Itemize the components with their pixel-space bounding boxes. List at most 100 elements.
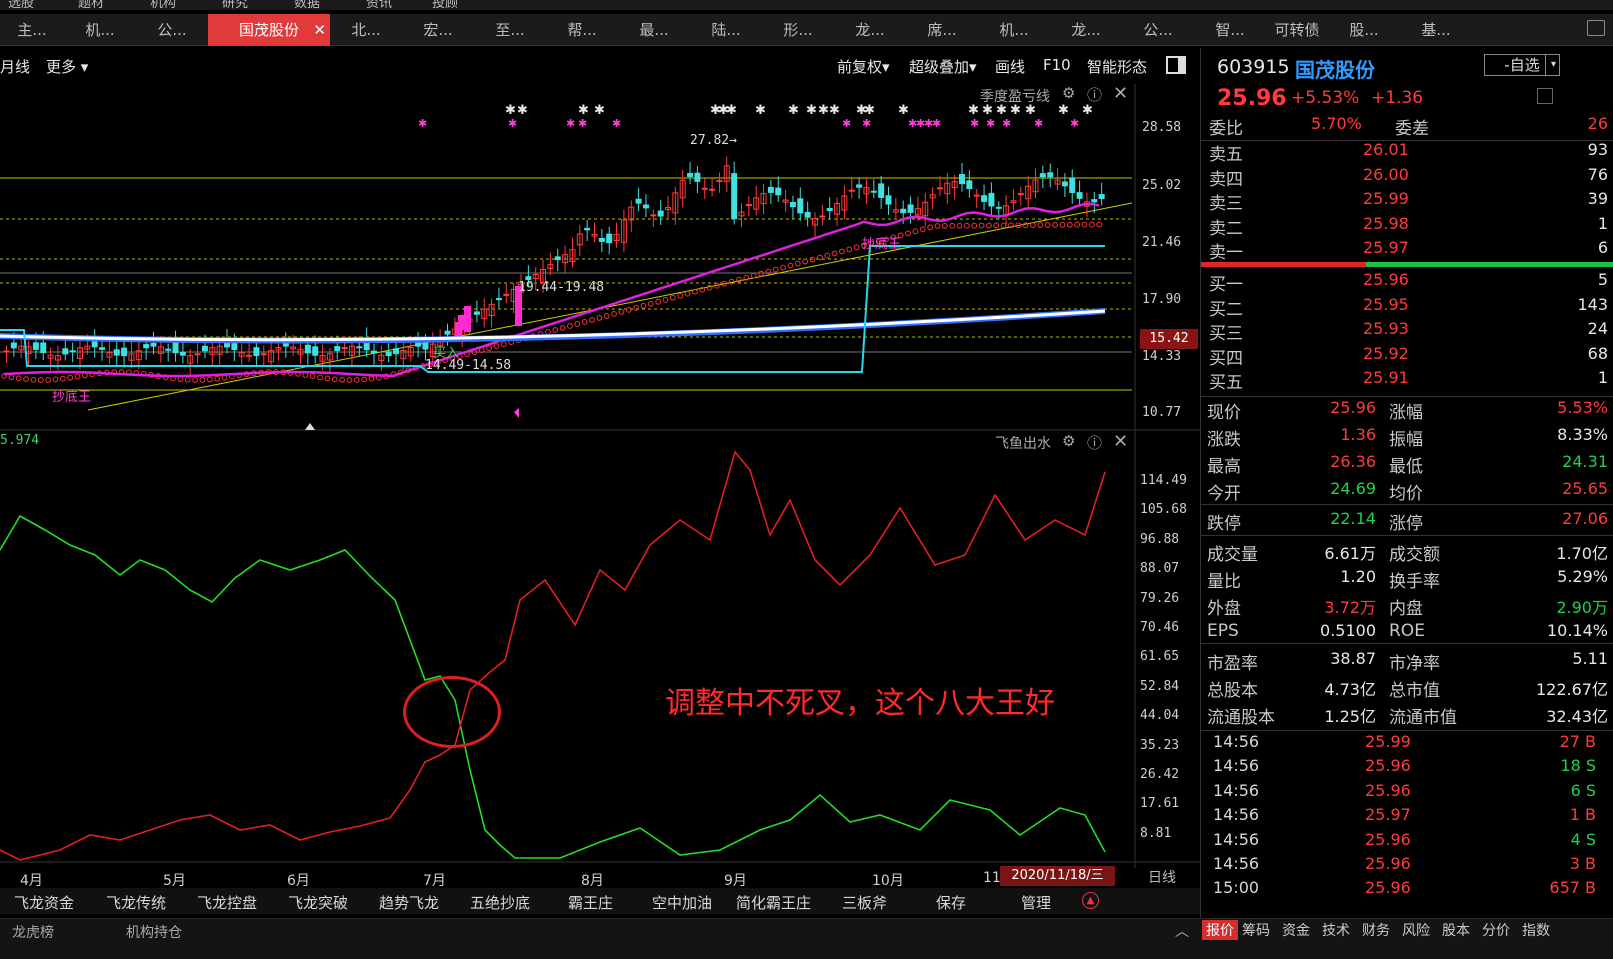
settings-gear-icon[interactable]: ⚙ xyxy=(1062,84,1075,102)
red-indicator-line xyxy=(0,450,1106,861)
quote-tab[interactable]: 财务 xyxy=(1362,920,1390,940)
indicator-tab[interactable]: 飞龙资金 xyxy=(14,892,74,913)
draw-line-button[interactable]: 画线 xyxy=(995,56,1025,77)
help-icon[interactable]: ⓘ xyxy=(1087,432,1102,453)
ask-row[interactable]: 卖二 25.98 1 xyxy=(1201,214,1613,239)
smart-pattern-button[interactable]: 智能形态 xyxy=(1087,56,1147,77)
menu-item[interactable]: 选股 xyxy=(8,0,34,10)
tick-time: 14:56 xyxy=(1213,780,1260,800)
indicator-tab[interactable]: 保存 xyxy=(936,892,966,913)
tab-item[interactable]: 最... xyxy=(618,14,690,46)
bid-row[interactable]: 买五 25.91 1 xyxy=(1201,368,1613,393)
tab-item[interactable]: 机... xyxy=(978,14,1050,46)
tab-item[interactable]: 龙... xyxy=(834,14,906,46)
tab-item[interactable]: 股... xyxy=(1328,14,1400,46)
bid-row[interactable]: 买二 25.95 143 xyxy=(1201,295,1613,320)
weicha-label: 委差 xyxy=(1395,119,1429,139)
stat-label: 成交量 xyxy=(1207,545,1258,565)
tab-item[interactable]: 席... xyxy=(906,14,978,46)
tab-item[interactable]: 形... xyxy=(762,14,834,46)
tab-item[interactable]: 可转债 xyxy=(1266,14,1328,46)
chevron-up-icon[interactable]: ▲ xyxy=(1082,892,1099,909)
indicator-tab[interactable]: 三板斧 xyxy=(842,892,887,913)
close-icon[interactable]: ✕ xyxy=(1113,83,1128,104)
candle-body xyxy=(709,188,716,191)
tab-item[interactable]: 帮... xyxy=(546,14,618,46)
tab-item[interactable]: 公... xyxy=(1122,14,1194,46)
quote-tab[interactable]: 资金 xyxy=(1282,920,1310,940)
more-button[interactable]: 更多 ▾ xyxy=(46,56,88,77)
indicator-tab[interactable]: 飞龙传统 xyxy=(106,892,166,913)
price-axis-label: 14.33 xyxy=(1142,349,1182,364)
close-icon[interactable]: ✕ xyxy=(1113,431,1128,452)
tab-item[interactable]: 公... xyxy=(136,14,208,46)
menu-item[interactable]: 机构 xyxy=(150,0,176,10)
chevron-up-icon[interactable]: ︿ xyxy=(1175,921,1189,941)
moving-average-dot xyxy=(346,377,353,383)
bid-row[interactable]: 买四 25.92 68 xyxy=(1201,344,1613,369)
overlay-dropdown[interactable]: 超级叠加▾ xyxy=(909,56,977,77)
tab-item[interactable]: 国茂股份 ✕ xyxy=(208,14,330,46)
date-axis-label: 7月 xyxy=(423,873,446,889)
menu-item[interactable]: 数据 xyxy=(294,0,320,10)
tab-item[interactable]: 龙... xyxy=(1050,14,1122,46)
moving-average-dot xyxy=(192,377,199,383)
tab-item[interactable]: 主... xyxy=(0,14,64,46)
tab-item[interactable]: 机... xyxy=(64,14,136,46)
indicator-tab[interactable]: 空中加油 xyxy=(652,892,712,913)
help-icon[interactable]: ⓘ xyxy=(1087,84,1102,105)
bid-row[interactable]: 买一 25.96 5 xyxy=(1201,270,1613,295)
ask-row[interactable]: 卖一 25.97 6 xyxy=(1201,238,1613,263)
quote-tab[interactable]: 技术 xyxy=(1322,920,1350,940)
tab-item[interactable]: 智... xyxy=(1194,14,1266,46)
adjust-price-dropdown[interactable]: 前复权▾ xyxy=(837,56,890,77)
stat-label: 内盘 xyxy=(1389,599,1423,619)
ask-row[interactable]: 卖五 26.01 93 xyxy=(1201,140,1613,165)
indicator-axis-label: 26.42 xyxy=(1140,767,1180,782)
indicator-tab[interactable]: 霸王庄 xyxy=(568,892,613,913)
candle-body xyxy=(1076,192,1083,199)
chevron-down-icon[interactable]: ▾ xyxy=(1545,54,1561,76)
candle-body xyxy=(312,346,319,356)
indicator-tab[interactable]: 飞龙控盘 xyxy=(197,892,257,913)
close-icon[interactable]: ✕ xyxy=(313,14,326,46)
tab-item[interactable]: 陆... xyxy=(690,14,762,46)
tab-item[interactable]: 基... xyxy=(1400,14,1472,46)
indicator-tab[interactable]: 五绝抄底 xyxy=(470,892,530,913)
tab-label: 基... xyxy=(1421,21,1451,39)
tab-item[interactable]: 至... xyxy=(474,14,546,46)
bid-row[interactable]: 买三 25.93 24 xyxy=(1201,319,1613,344)
layout-toggle-icon[interactable] xyxy=(1166,56,1186,74)
menu-item[interactable]: 资讯 xyxy=(366,0,392,10)
quote-tab[interactable]: 指数 xyxy=(1522,920,1550,940)
quote-tab[interactable]: 分价 xyxy=(1482,920,1510,940)
settings-gear-icon[interactable]: ⚙ xyxy=(1062,432,1075,450)
signal-dot: ✱ xyxy=(508,117,517,130)
ask-row[interactable]: 卖四 26.00 76 xyxy=(1201,165,1613,190)
kline-chart[interactable]: ✱ ✱ ✱ ✱ ✱✱✱ ✱ ✱ ✱ ✱ ✱ ✱✱ ✱ ✱ ✱ ✱ ✱ ✱ ✱ ✱✱ ✱ ✱ ✱ ✱ ✱ ✱ ✱✱✱✱ ✱ ✱ ✱ ✱ ✱27… xyxy=(0,84,1200,868)
ask-row[interactable]: 卖三 25.99 39 xyxy=(1201,189,1613,214)
f10-button[interactable]: F10 xyxy=(1043,56,1071,74)
bottom-tab-institution[interactable]: 机构持仓 xyxy=(126,922,182,942)
signal-star: ✱ xyxy=(806,103,817,118)
indicator-axis-label: 114.49 xyxy=(1140,473,1187,488)
menu-item[interactable]: 题材 xyxy=(78,0,104,10)
stat-value: 22.14 xyxy=(1330,509,1376,528)
quote-tab[interactable]: 风险 xyxy=(1402,920,1430,940)
window-icon[interactable] xyxy=(1587,20,1605,36)
quote-tab[interactable]: 股本 xyxy=(1442,920,1470,940)
period-button[interactable]: 月线 xyxy=(0,56,30,77)
quote-tab[interactable]: 筹码 xyxy=(1242,920,1270,940)
tab-item[interactable]: 北... xyxy=(330,14,402,46)
lock-icon[interactable] xyxy=(1537,88,1553,104)
menu-item[interactable]: 研究 xyxy=(222,0,248,10)
quote-tab[interactable]: 报价 xyxy=(1202,920,1238,940)
moving-average-dot xyxy=(177,376,184,383)
indicator-tab[interactable]: 趋势飞龙 xyxy=(379,892,439,913)
menu-item[interactable]: 投顾 xyxy=(432,0,458,10)
indicator-tab[interactable]: 飞龙突破 xyxy=(288,892,348,913)
indicator-tab[interactable]: 简化霸王庄 xyxy=(736,892,811,913)
tab-item[interactable]: 宏... xyxy=(402,14,474,46)
bottom-tab-longhubang[interactable]: 龙虎榜 xyxy=(12,922,54,942)
indicator-tab[interactable]: 管理 xyxy=(1021,892,1051,913)
